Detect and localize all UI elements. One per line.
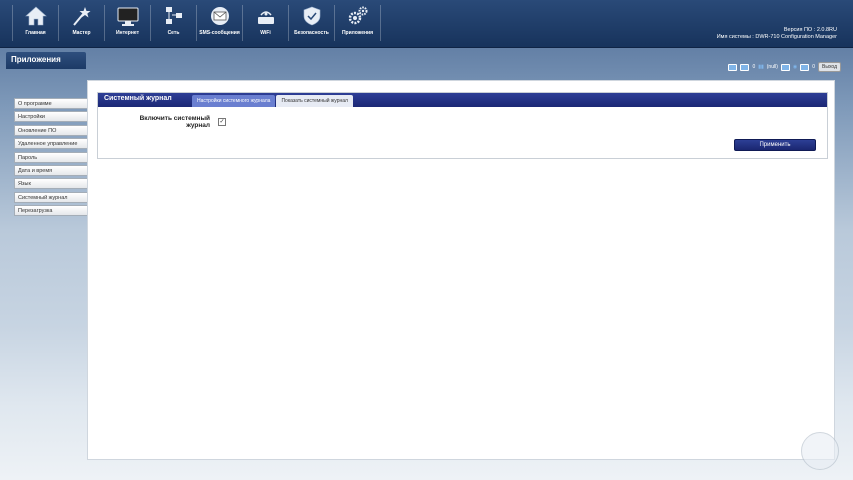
globe-icon[interactable]: ◉ [793, 64, 797, 70]
status-bar: 0 ▮▮ (null) ◉ 0 Выход [728, 62, 841, 72]
sidebar-item-date-time[interactable]: Дата и время [14, 164, 88, 176]
wizard-icon [72, 7, 90, 26]
enable-log-checkbox[interactable]: ✓ [218, 118, 226, 126]
signal-icon: ▮▮ [758, 64, 764, 70]
page-title: Приложения [6, 52, 86, 69]
nav-wizard[interactable]: Мастер [59, 5, 105, 41]
section-title: Системный журнал [104, 95, 172, 102]
nav-applications[interactable]: Приложения [335, 5, 381, 41]
monitor-icon [117, 7, 138, 26]
wifi-icon [257, 11, 274, 24]
apply-button[interactable]: Применить [734, 139, 816, 151]
sms-status-icon[interactable] [728, 63, 738, 71]
connection-icon[interactable] [780, 63, 790, 71]
main-nav: Главная Мастер Интернет Сеть SMS-сообщен… [12, 5, 381, 41]
sidebar-item-about[interactable]: О программе [14, 98, 88, 109]
enable-log-label: Включить системный журнал [139, 115, 210, 129]
system-log-section: Системный журнал Настройки системного жу… [97, 92, 828, 159]
network-icon [165, 7, 182, 24]
sidebar-item-remote-management[interactable]: Удаленное управление [14, 138, 88, 150]
nav-sms[interactable]: SMS-сообщения [197, 5, 243, 41]
tab-show-log[interactable]: Показать системный журнал [276, 95, 353, 107]
envelope-icon[interactable] [800, 63, 810, 71]
tab-log-settings[interactable]: Настройки системного журнала [192, 95, 276, 107]
sidebar-item-settings[interactable]: Настройки [14, 111, 88, 123]
watermark-logo [801, 432, 839, 470]
system-info: Версия ПО : 2.0.8RU Имя системы : DWR-71… [716, 27, 837, 40]
shield-icon [303, 6, 320, 26]
sidebar: О программе Настройки Оновление ПО Удале… [14, 98, 88, 219]
sidebar-item-system-log[interactable]: Системный журнал [14, 191, 88, 203]
main-content: Системный журнал Настройки системного жу… [87, 80, 835, 460]
nav-security[interactable]: Безопасность [289, 5, 335, 41]
top-navigation-bar: Главная Мастер Интернет Сеть SMS-сообщен… [0, 0, 853, 48]
nav-wifi[interactable]: WiFi [243, 5, 289, 41]
message-icon[interactable] [740, 63, 750, 71]
gears-icon [348, 6, 367, 25]
logout-button[interactable]: Выход [818, 62, 841, 72]
mail-icon [210, 7, 229, 25]
section-tabs: Настройки системного журнала Показать си… [192, 95, 353, 107]
nav-internet[interactable]: Интернет [105, 5, 151, 41]
sidebar-item-language[interactable]: Язык [14, 178, 88, 190]
sidebar-item-firmware-update[interactable]: Оновление ПО [14, 124, 88, 136]
nav-home[interactable]: Главная [12, 5, 59, 41]
sidebar-item-password[interactable]: Пароль [14, 151, 88, 163]
sidebar-item-reboot[interactable]: Перезагрузка [14, 205, 88, 217]
home-icon [24, 6, 47, 26]
section-header: Системный журнал Настройки системного жу… [98, 93, 827, 107]
nav-network[interactable]: Сеть [151, 5, 197, 41]
